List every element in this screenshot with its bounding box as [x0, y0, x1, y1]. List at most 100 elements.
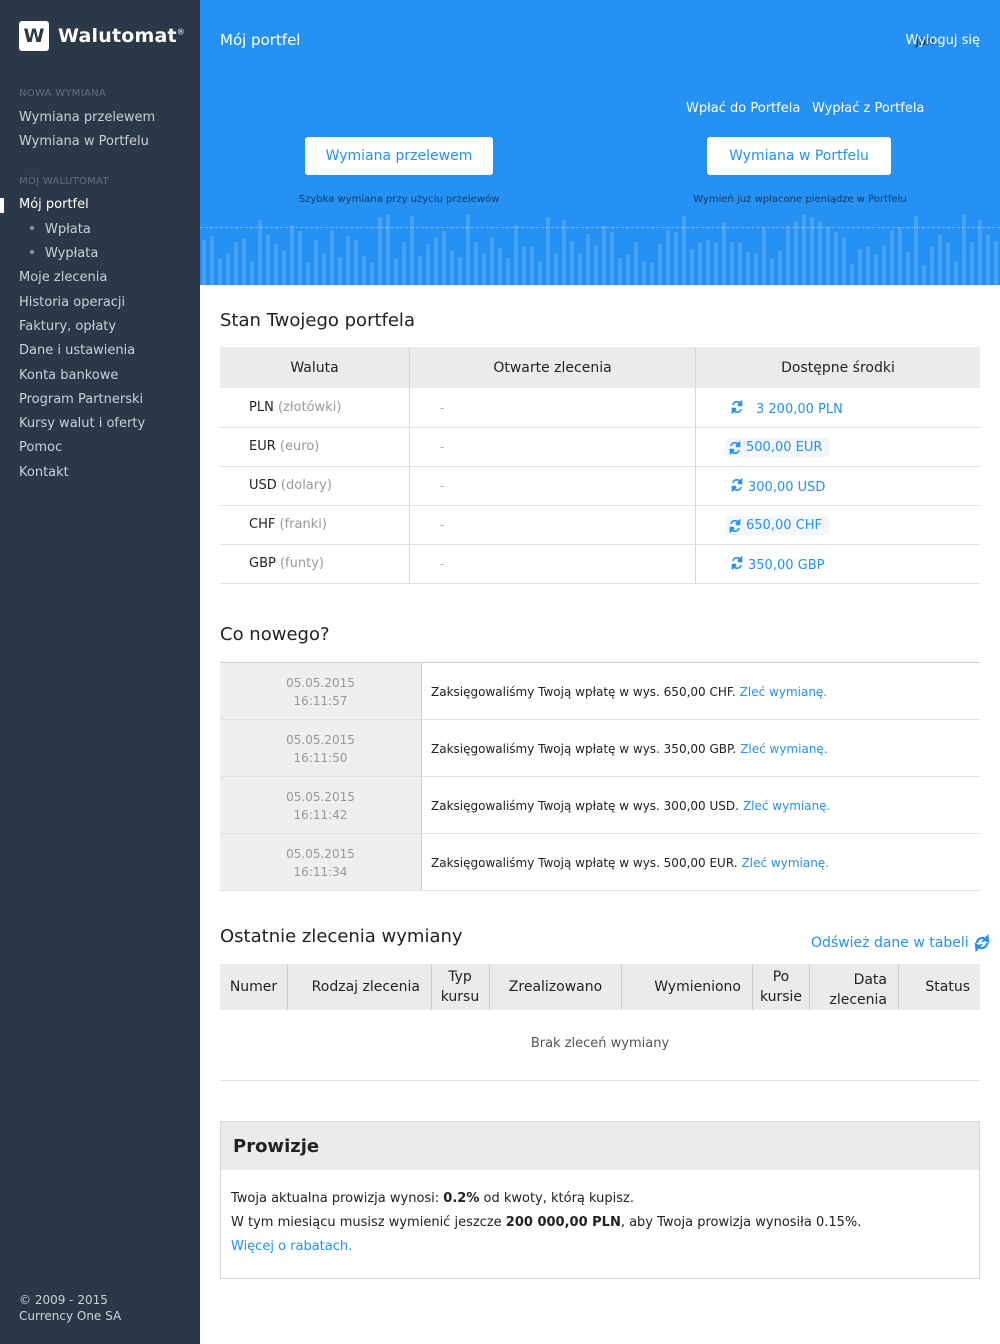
sidebar-item-transfer-exchange[interactable]: Wymiana przelewem	[19, 110, 155, 125]
decorative-bar	[322, 253, 326, 285]
sidebar-item-deposit[interactable]: Wpłata	[30, 222, 91, 237]
decorative-bar	[882, 245, 886, 285]
wallet-row-currency: GBP (funty)	[249, 556, 324, 571]
column-header-completed: Zrealizowano	[508, 979, 603, 995]
column-divider	[752, 964, 753, 1010]
decorative-bar	[826, 227, 830, 285]
decorative-bar	[586, 234, 590, 285]
sidebar-item-withdrawal[interactable]: Wypłata	[30, 246, 98, 261]
sidebar-item-my-wallet[interactable]: Mój portfel	[19, 197, 89, 212]
decorative-bar	[898, 227, 902, 285]
decorative-bar	[434, 237, 438, 285]
wallet-row-available[interactable]: 350,00 GBP	[726, 555, 824, 575]
news-item: 05.05.2015 16:11:34 Zaksięgowaliśmy Twoją…	[220, 834, 980, 891]
news-text: Zaksięgowaliśmy Twoją wpłatę w wys. 500,…	[431, 855, 830, 870]
sidebar-item-history[interactable]: Historia operacji	[19, 295, 125, 310]
row-divider	[220, 505, 980, 506]
decorative-bar	[858, 249, 862, 285]
sidebar: W Walutomat® NOWA WYMIANA Wymiana przele…	[0, 0, 200, 1344]
logo-text: Walutomat®	[58, 25, 185, 47]
sidebar-item-rates[interactable]: Kursy walut i oferty	[19, 416, 145, 431]
decorative-bar	[730, 242, 734, 285]
column-header-number: Numer	[229, 979, 278, 995]
decorative-bar	[306, 262, 310, 285]
decorative-bar	[210, 236, 214, 285]
decorative-bar	[282, 251, 286, 285]
logout-link[interactable]: Wyloguj się	[905, 33, 980, 48]
transfer-exchange-button[interactable]: Wymiana przelewem	[305, 137, 493, 175]
sidebar-item-help[interactable]: Pomoc	[19, 440, 62, 455]
decorative-bar	[778, 251, 782, 285]
logo[interactable]: W Walutomat®	[19, 21, 185, 51]
swap-icon	[729, 440, 741, 455]
swap-icon	[731, 555, 743, 571]
decorative-bar	[202, 240, 206, 285]
wallet-row-available[interactable]: 3 200,00 PLN	[726, 399, 843, 419]
decorative-bar	[682, 216, 686, 285]
decorative-bar	[298, 231, 302, 285]
decorative-bar	[570, 241, 574, 285]
decorative-bar	[274, 244, 278, 285]
decorative-bar	[466, 214, 470, 285]
decorative-bar	[618, 258, 622, 285]
column-header-order-type: Rodzaj zlecenia	[311, 979, 420, 995]
decorative-bar	[362, 256, 366, 285]
decorative-bar	[906, 252, 910, 285]
sidebar-item-contact[interactable]: Kontakt	[19, 465, 69, 480]
decorative-bar	[786, 226, 790, 285]
decorative-bar	[746, 252, 750, 285]
decorative-bar	[642, 261, 646, 285]
decorative-bar	[546, 217, 550, 285]
column-divider	[431, 964, 432, 1010]
news-date: 05.05.2015 16:11:34	[220, 834, 421, 891]
decorative-bar	[346, 236, 350, 285]
decorative-bar	[602, 226, 606, 285]
wallet-exchange-caption: Wymień już wpłacone pieniądze w Portfelu	[693, 194, 907, 205]
wallet-exchange-button[interactable]: Wymiana w Portfelu	[707, 137, 891, 175]
order-exchange-link[interactable]: Zleć wymianę.	[740, 685, 827, 699]
sidebar-item-settings[interactable]: Dane i ustawienia	[19, 343, 135, 358]
decorative-bar	[226, 253, 230, 285]
decorative-bar	[962, 214, 966, 285]
wallet-row-available[interactable]: 500,00 EUR	[726, 438, 831, 457]
sidebar-item-bank-accounts[interactable]: Konta bankowe	[19, 368, 118, 383]
decorative-bar	[850, 264, 854, 285]
decorative-bar	[402, 242, 406, 285]
decorative-bar	[458, 257, 462, 285]
swap-icon	[729, 518, 741, 533]
refresh-table-link[interactable]: Odśwież dane w tabeli	[811, 934, 991, 952]
news-date: 05.05.2015 16:11:57	[220, 663, 421, 720]
wallet-section-title: Stan Twojego portfela	[220, 310, 415, 331]
order-exchange-link[interactable]: Zleć wymianę.	[743, 799, 830, 813]
decorative-bar	[874, 254, 878, 285]
order-exchange-link[interactable]: Zleć wymianę.	[742, 856, 829, 870]
decorative-bar	[690, 249, 694, 285]
sidebar-item-my-orders[interactable]: Moje zlecenia	[19, 270, 107, 285]
order-exchange-link[interactable]: Zleć wymianę.	[740, 742, 827, 756]
column-header-open-orders: Otwarte zlecenia	[493, 359, 612, 376]
page-title: Mój portfel	[220, 31, 301, 49]
decorative-bar	[938, 235, 942, 285]
sidebar-item-wallet-exchange[interactable]: Wymiana w Portfelu	[19, 134, 149, 149]
deposit-link[interactable]: Wpłać do Portfela	[686, 101, 800, 116]
fees-panel: Prowizje Twoja aktualna prowizja wynosi:…	[220, 1121, 980, 1279]
sidebar-item-partner-program[interactable]: Program Partnerski	[19, 392, 143, 407]
sidebar-section-new-exchange: NOWA WYMIANA	[19, 88, 107, 99]
decorative-bar	[650, 263, 654, 285]
decorative-bar	[394, 259, 398, 285]
decorative-bar	[562, 220, 566, 285]
discounts-link[interactable]: Więcej o rabatach.	[231, 1239, 352, 1254]
fee-threshold-text: W tym miesiącu musisz wymienić jeszcze 2…	[231, 1215, 862, 1230]
sidebar-item-invoices[interactable]: Faktury, opłaty	[19, 319, 116, 334]
withdraw-link[interactable]: Wypłać z Portfela	[812, 101, 924, 116]
decorative-bar	[706, 240, 710, 285]
decorative-bar	[922, 265, 926, 285]
decorative-bar	[554, 253, 558, 285]
column-header-available: Dostępne środki	[781, 359, 895, 376]
logo-icon: W	[19, 21, 49, 51]
decorative-bar	[698, 243, 702, 285]
decorative-bar	[658, 244, 662, 285]
wallet-row-available[interactable]: 300,00 USD	[726, 477, 825, 497]
fees-panel-header: Prowizje	[221, 1122, 979, 1170]
wallet-row-available[interactable]: 650,00 CHF	[726, 516, 830, 535]
